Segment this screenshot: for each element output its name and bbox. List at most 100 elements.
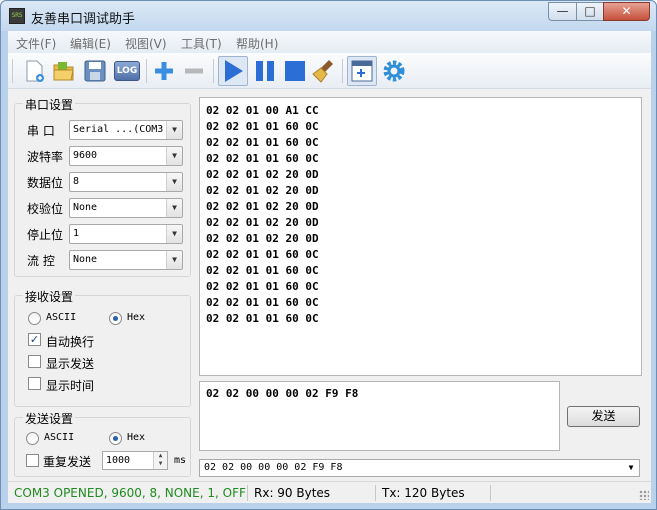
baud-label: 波特率 [27, 150, 64, 164]
port-select[interactable]: Serial ...(COM3 ▼ [69, 120, 183, 140]
stop-icon[interactable] [282, 58, 308, 84]
app-window: SRS 友善串口调试助手 — □ ✕ 文件(F) 编辑(E) 视图(V) 工具(… [0, 0, 657, 510]
chevron-down-icon: ▼ [166, 147, 182, 165]
port-label: 串 口 [27, 124, 55, 138]
receive-line: 02 02 01 02 20 0D [206, 216, 319, 229]
port-select-value: Serial ...(COM3 [73, 124, 164, 135]
recv-ascii-label: ASCII [46, 312, 77, 323]
menu-edit[interactable]: 编辑(E) [70, 35, 111, 52]
send-history-select[interactable]: 02 02 00 00 00 02 F9 F8 ▼ [199, 459, 640, 477]
send-textarea[interactable]: 02 02 00 00 00 02 F9 F8 [199, 381, 560, 451]
new-icon[interactable] [21, 58, 47, 84]
stopbits-label: 停止位 [27, 228, 64, 242]
send-ascii-label: ASCII [44, 432, 75, 443]
flow-select[interactable]: None ▼ [69, 250, 183, 270]
receive-line: 02 02 01 00 A1 CC [206, 104, 319, 117]
receive-line: 02 02 01 01 60 0C [206, 312, 319, 325]
send-button[interactable]: 发送 [567, 406, 640, 427]
receive-line: 02 02 01 02 20 0D [206, 232, 319, 245]
new-window-icon [351, 60, 373, 82]
repeat-send-label: 重复发送 [43, 455, 92, 469]
chevron-down-icon: ▼ [166, 173, 182, 191]
recv-settings-title: 接收设置 [23, 288, 76, 305]
parity-label: 校验位 [27, 202, 64, 216]
pause-icon[interactable] [252, 58, 278, 84]
spin-up-icon[interactable]: ▲ [154, 452, 167, 460]
chevron-down-icon: ▼ [628, 463, 634, 472]
stopbits-select-value: 1 [73, 228, 80, 239]
receive-line: 02 02 01 02 20 0D [206, 200, 319, 213]
save-icon[interactable] [82, 58, 108, 84]
auto-wrap-label: 自动换行 [46, 335, 95, 349]
toolbar: LOG [8, 53, 651, 89]
databits-label: 数据位 [27, 176, 64, 190]
show-time-checkbox[interactable] [28, 377, 41, 390]
tx-counter: Tx: 120 Bytes [382, 486, 465, 500]
add-icon[interactable] [151, 58, 177, 84]
window-title: 友善串口调试助手 [31, 12, 136, 27]
menu-file[interactable]: 文件(F) [16, 35, 56, 52]
flow-label: 流 控 [27, 254, 55, 268]
stopbits-select[interactable]: 1 ▼ [69, 224, 183, 244]
receive-line: 02 02 01 01 60 0C [206, 280, 319, 293]
log-icon[interactable]: LOG [114, 61, 140, 81]
chevron-down-icon: ▼ [166, 251, 182, 269]
serial-settings-title: 串口设置 [23, 96, 76, 113]
send-settings-title: 发送设置 [23, 410, 76, 427]
settings-gear-icon[interactable] [381, 58, 407, 84]
recv-hex-label: Hex [127, 312, 146, 323]
auto-wrap-checkbox[interactable]: ✓ [28, 333, 41, 346]
receive-line: 02 02 01 01 60 0C [206, 296, 319, 309]
clear-broom-icon[interactable] [311, 58, 337, 84]
rx-counter: Rx: 90 Bytes [254, 486, 331, 500]
play-button[interactable] [218, 56, 248, 86]
client-area: 文件(F) 编辑(E) 视图(V) 工具(T) 帮助(H) LOG 串口设置 串… [8, 31, 651, 503]
receive-line: 02 02 01 02 20 0D [206, 184, 319, 197]
menu-view[interactable]: 视图(V) [125, 35, 167, 52]
app-icon: SRS [9, 8, 25, 24]
title-bar[interactable]: SRS 友善串口调试助手 — □ ✕ [1, 1, 656, 31]
recv-ascii-radio[interactable] [28, 312, 41, 325]
show-time-label: 显示时间 [46, 379, 95, 393]
send-ascii-radio[interactable] [26, 432, 39, 445]
interval-value: 1000 [106, 455, 131, 466]
minimize-button[interactable]: — [548, 2, 577, 21]
receive-textarea[interactable]: 02 02 01 00 A1 CC 02 02 01 01 60 0C 02 02 … [199, 97, 642, 376]
send-history-value: 02 02 00 00 00 02 F9 F8 [204, 462, 343, 473]
remove-icon[interactable] [181, 58, 207, 84]
open-folder-icon[interactable] [51, 58, 77, 84]
recv-hex-radio[interactable] [109, 312, 122, 325]
play-icon [225, 60, 243, 82]
parity-select[interactable]: None ▼ [69, 198, 183, 218]
chevron-down-icon: ▼ [166, 121, 182, 139]
interval-unit: ms [174, 455, 187, 466]
receive-line: 02 02 01 01 60 0C [206, 120, 319, 133]
menu-tools[interactable]: 工具(T) [181, 35, 222, 52]
receive-line: 02 02 01 01 60 0C [206, 152, 319, 165]
chevron-down-icon: ▼ [166, 199, 182, 217]
show-send-checkbox[interactable] [28, 355, 41, 368]
parity-select-value: None [73, 202, 98, 213]
receive-line: 02 02 01 01 60 0C [206, 248, 319, 261]
show-send-label: 显示发送 [46, 357, 95, 371]
baud-select[interactable]: 9600 ▼ [69, 146, 183, 166]
menu-help[interactable]: 帮助(H) [236, 35, 278, 52]
receive-line: 02 02 01 01 60 0C [206, 264, 319, 277]
repeat-send-checkbox[interactable] [26, 454, 39, 467]
interval-spinner[interactable]: 1000 ▲ ▼ [102, 451, 168, 470]
flow-select-value: None [73, 254, 98, 265]
status-bar: COM3 OPENED, 9600, 8, NONE, 1, OFF Rx: 9… [8, 481, 651, 503]
close-button[interactable]: ✕ [603, 2, 650, 21]
databits-select[interactable]: 8 ▼ [69, 172, 183, 192]
maximize-button[interactable]: □ [576, 2, 604, 21]
receive-line: 02 02 01 02 20 0D [206, 168, 319, 181]
resize-grip[interactable] [639, 490, 649, 500]
databits-select-value: 8 [73, 176, 80, 187]
new-window-button[interactable] [347, 56, 377, 86]
menu-bar: 文件(F) 编辑(E) 视图(V) 工具(T) 帮助(H) [8, 31, 651, 53]
baud-select-value: 9600 [73, 150, 98, 161]
chevron-down-icon: ▼ [166, 225, 182, 243]
send-hex-radio[interactable] [109, 432, 122, 445]
connection-status: COM3 OPENED, 9600, 8, NONE, 1, OFF [14, 486, 246, 500]
spin-down-icon[interactable]: ▼ [154, 460, 167, 468]
